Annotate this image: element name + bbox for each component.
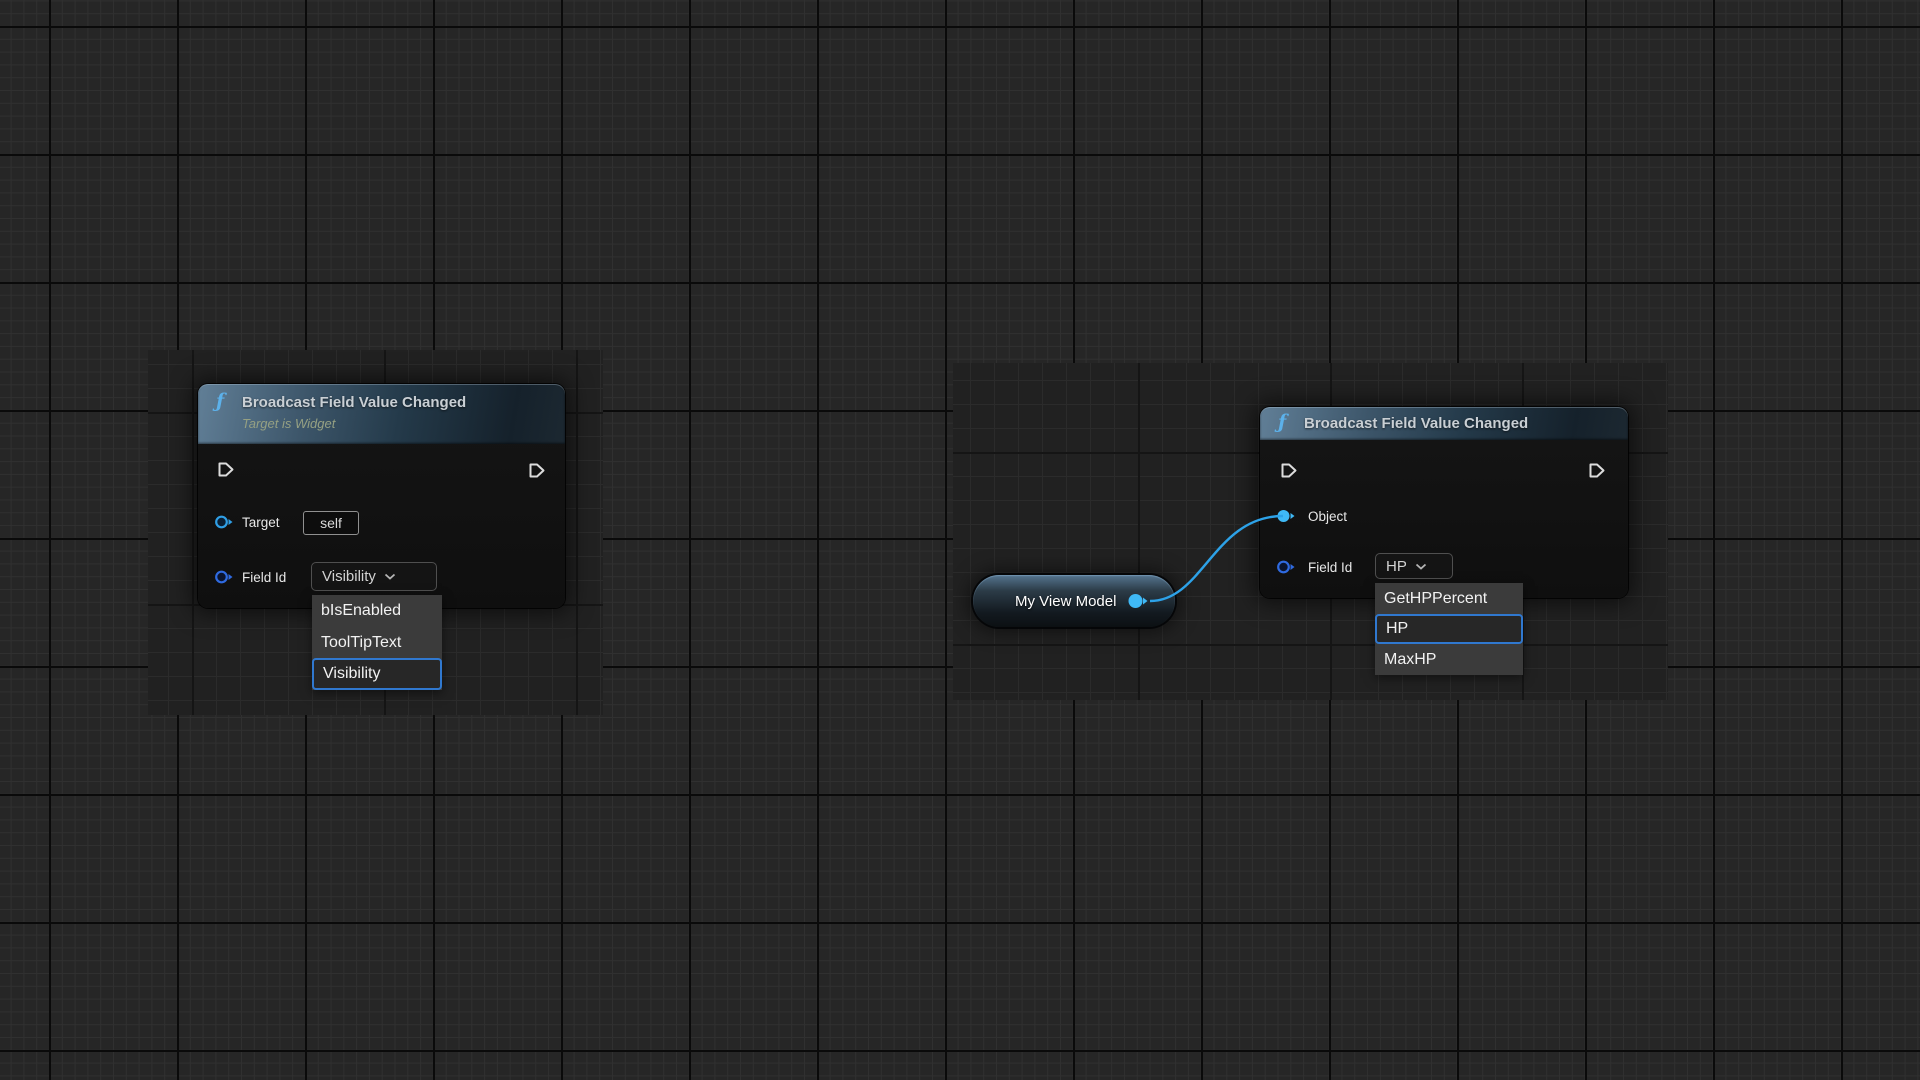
object-pin-connected[interactable]: [1277, 509, 1296, 523]
field-id-options-menu: GetHPPercent HP MaxHP: [1375, 583, 1523, 675]
target-pin-label: Target: [242, 515, 280, 530]
node-header[interactable]: ƒ Broadcast Field Value Changed: [1260, 407, 1628, 440]
chevron-down-icon: [384, 573, 396, 580]
node-title: Broadcast Field Value Changed: [1304, 415, 1528, 432]
function-icon: ƒ: [216, 390, 224, 412]
option-hp-selected[interactable]: HP: [1375, 614, 1523, 644]
chevron-down-icon: [1415, 563, 1427, 570]
exec-output-pin[interactable]: [1588, 462, 1606, 479]
field-id-pin[interactable]: [1277, 560, 1296, 574]
option-tooltiptext[interactable]: ToolTipText: [312, 627, 442, 658]
option-maxhp[interactable]: MaxHP: [1375, 644, 1523, 675]
exec-output-pin[interactable]: [528, 462, 546, 479]
field-id-pin[interactable]: [215, 570, 234, 584]
option-visibility-selected[interactable]: Visibility: [312, 658, 442, 690]
target-pin[interactable]: [215, 515, 234, 529]
object-pin-label: Object: [1308, 509, 1347, 524]
node-subtitle: Target is Widget: [242, 416, 335, 431]
node-title: Broadcast Field Value Changed: [242, 394, 466, 411]
function-icon: ƒ: [1278, 411, 1286, 433]
field-id-dropdown[interactable]: Visibility: [311, 562, 437, 591]
field-id-options-menu: bIsEnabled ToolTipText Visibility: [312, 595, 442, 690]
node-header[interactable]: ƒ Broadcast Field Value Changed Target i…: [198, 384, 565, 444]
field-id-pin-label: Field Id: [242, 570, 286, 585]
view-model-output-pin[interactable]: [1128, 593, 1149, 609]
field-id-dropdown-value: Visibility: [322, 568, 376, 585]
option-gethppercent[interactable]: GetHPPercent: [1375, 583, 1523, 614]
node-broadcast-field-value-changed-right[interactable]: ƒ Broadcast Field Value Changed Object F…: [1260, 407, 1628, 598]
exec-input-pin[interactable]: [217, 461, 235, 478]
variable-name-label: My View Model: [1015, 575, 1116, 627]
field-id-pin-label: Field Id: [1308, 560, 1352, 575]
node-my-view-model[interactable]: My View Model: [973, 575, 1175, 627]
node-broadcast-field-value-changed-left[interactable]: ƒ Broadcast Field Value Changed Target i…: [198, 384, 565, 608]
field-id-dropdown-value: HP: [1386, 558, 1407, 575]
exec-input-pin[interactable]: [1280, 462, 1298, 479]
target-self-input[interactable]: self: [303, 511, 359, 535]
field-id-dropdown[interactable]: HP: [1375, 553, 1453, 579]
option-bisenabled[interactable]: bIsEnabled: [312, 595, 442, 627]
